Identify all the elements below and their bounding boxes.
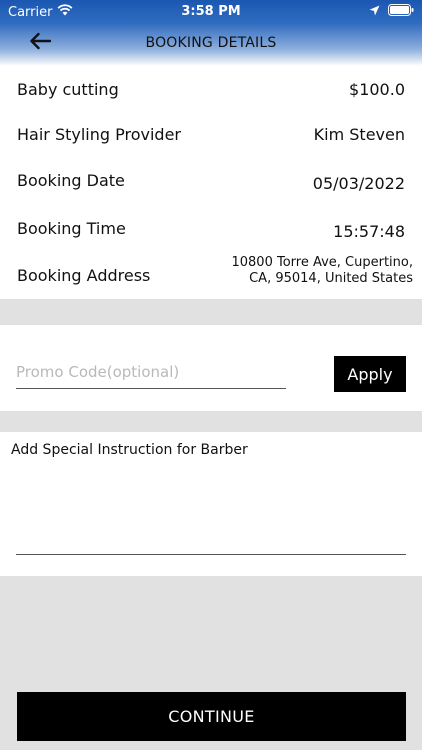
- status-time: 3:58 PM: [181, 4, 241, 19]
- address-row: Booking Address 10800 Torre Ave, Cuperti…: [17, 253, 413, 289]
- special-instructions-input[interactable]: [16, 465, 406, 555]
- apply-button[interactable]: Apply: [334, 356, 406, 392]
- booking-details-card: Baby cutting $100.0 Hair Styling Provide…: [0, 66, 422, 299]
- time-row: Booking Time 15:57:48: [17, 216, 405, 241]
- address-label: Booking Address: [17, 265, 151, 285]
- booking-address: 10800 Torre Ave, Cupertino, CA, 95014, U…: [231, 255, 413, 287]
- promo-code-input[interactable]: [16, 355, 286, 389]
- continue-button[interactable]: CONTINUE: [17, 692, 406, 741]
- date-row: Booking Date 05/03/2022: [17, 169, 405, 193]
- provider-label: Hair Styling Provider: [17, 124, 181, 144]
- status-bar: Carrier 3:58 PM: [0, 0, 422, 24]
- service-price: $100.0: [349, 79, 405, 99]
- header: Carrier 3:58 PM BOOKING DETAILS: [0, 0, 422, 66]
- time-label: Booking Time: [17, 218, 126, 238]
- nav-bar: BOOKING DETAILS: [0, 26, 422, 62]
- page-title: BOOKING DETAILS: [145, 35, 277, 51]
- location-arrow-icon: [369, 5, 380, 20]
- booking-date: 05/03/2022: [312, 173, 405, 193]
- instructions-section: Add Special Instruction for Barber: [0, 432, 422, 576]
- address-line-2: CA, 95014, United States: [249, 271, 413, 286]
- provider-name: Kim Steven: [313, 124, 405, 144]
- promo-section: Apply: [0, 325, 422, 411]
- service-label: Baby cutting: [17, 79, 119, 99]
- date-label: Booking Date: [17, 170, 125, 190]
- status-icons: [369, 4, 414, 20]
- provider-row: Hair Styling Provider Kim Steven: [17, 123, 405, 145]
- instructions-label: Add Special Instruction for Barber: [11, 442, 248, 458]
- address-line-1: 10800 Torre Ave, Cupertino,: [231, 255, 413, 270]
- battery-icon: [388, 4, 414, 20]
- service-row: Baby cutting $100.0: [17, 78, 405, 100]
- booking-time: 15:57:48: [333, 221, 405, 241]
